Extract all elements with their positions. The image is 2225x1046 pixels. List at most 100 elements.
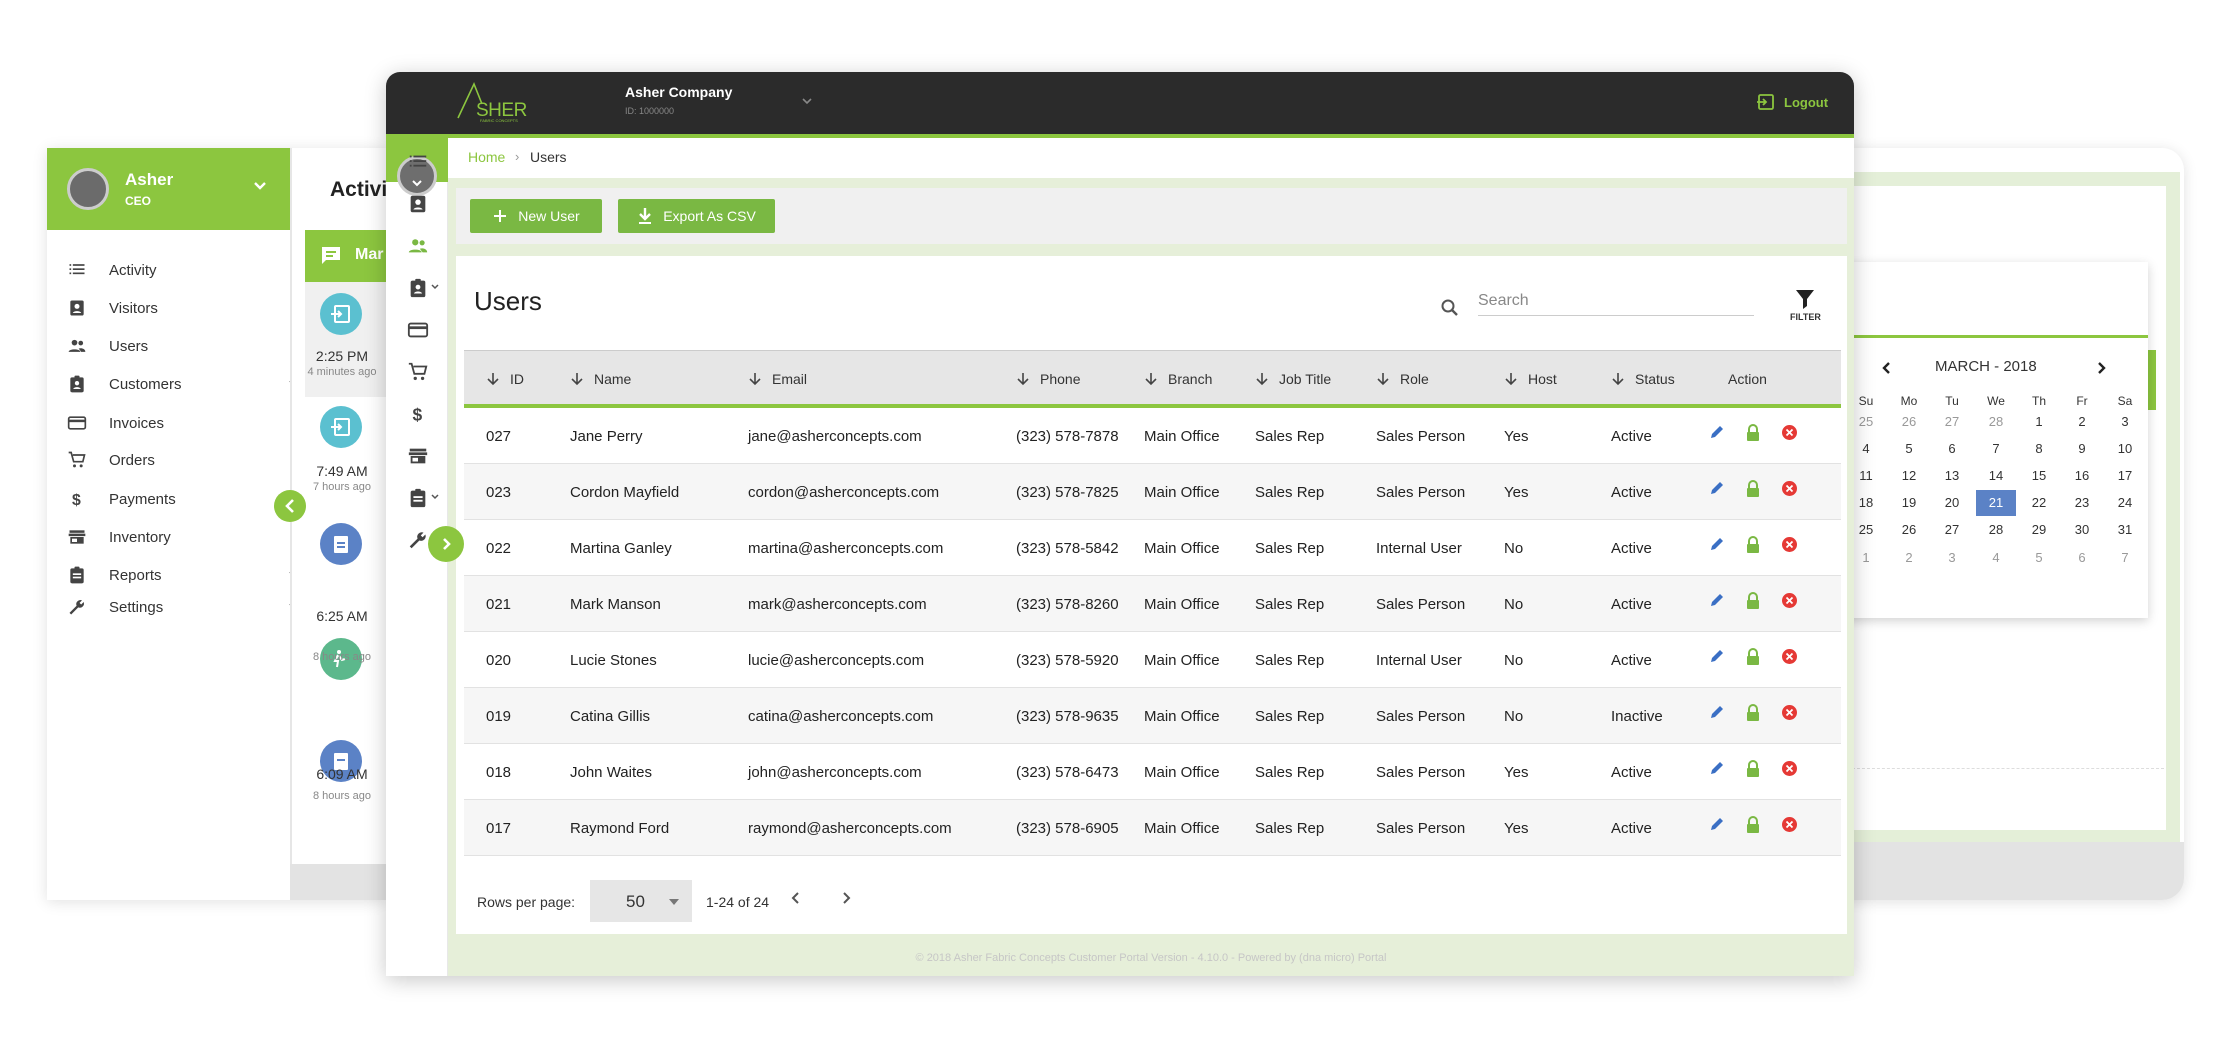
chevron-down-icon[interactable] [252, 178, 268, 194]
table-row[interactable]: 023 Cordon Mayfield cordon@asherconcepts.c… [464, 464, 1841, 520]
table-row[interactable]: 017 Raymond Ford raymond@asherconcepts.com… [464, 800, 1841, 856]
sidebar-item-reports[interactable]: Reports [65, 563, 301, 587]
activity-tab[interactable]: Mar [305, 230, 387, 282]
cell-email[interactable]: martina@asherconcepts.com [748, 540, 943, 557]
table-row[interactable]: 021 Mark Manson mark@asherconcepts.com (323… [464, 576, 1841, 632]
calendar-day[interactable]: 26 [1889, 517, 1929, 543]
lock-icon[interactable] [1745, 592, 1761, 610]
sidebar-dollar-icon[interactable]: $ [404, 400, 432, 428]
calendar-day[interactable]: 2 [2062, 409, 2102, 435]
column-header-email[interactable]: Email [748, 371, 807, 387]
cell-email[interactable]: john@asherconcepts.com [748, 764, 922, 781]
calendar-day[interactable]: 20 [1932, 490, 1972, 516]
sidebar-credit-card-icon[interactable] [404, 316, 432, 344]
expand-sidebar-button[interactable] [428, 526, 464, 562]
logout-button[interactable]: Logout [1756, 92, 1828, 112]
calendar-next-icon[interactable] [2094, 361, 2108, 375]
sidebar-item-visitors[interactable]: Visitors [65, 296, 301, 320]
calendar-prev-icon[interactable] [1880, 361, 1894, 375]
column-header-status[interactable]: Status [1611, 371, 1675, 387]
sidebar-item-settings[interactable]: Settings [65, 595, 301, 619]
calendar-day[interactable]: 7 [1976, 436, 2016, 462]
edit-icon[interactable] [1709, 816, 1725, 834]
delete-icon[interactable] [1781, 816, 1798, 834]
calendar-day[interactable]: 10 [2105, 436, 2145, 462]
delete-icon[interactable] [1781, 480, 1798, 498]
calendar-day[interactable]: 6 [1932, 436, 1972, 462]
sidebar-item-inventory[interactable]: Inventory [65, 525, 301, 549]
calendar-day[interactable]: 26 [1889, 409, 1929, 435]
table-row[interactable]: 027 Jane Perry jane@asherconcepts.com (323)… [464, 408, 1841, 464]
sort-arrow-icon[interactable] [748, 371, 762, 387]
edit-icon[interactable] [1709, 480, 1725, 498]
search-input[interactable] [1478, 286, 1754, 316]
column-header-name[interactable]: Name [570, 371, 631, 387]
cell-email[interactable]: raymond@asherconcepts.com [748, 820, 952, 837]
calendar-day[interactable]: 4 [1976, 545, 2016, 571]
sort-arrow-icon[interactable] [1016, 371, 1030, 387]
sort-arrow-icon[interactable] [1611, 371, 1625, 387]
sidebar-item-orders[interactable]: Orders [65, 448, 301, 472]
edit-icon[interactable] [1709, 760, 1725, 778]
column-header-action[interactable]: Action [1728, 371, 1767, 387]
calendar-day[interactable]: 6 [2062, 545, 2102, 571]
filter-button[interactable]: FILTER [1790, 288, 1821, 322]
cell-email[interactable]: catina@asherconcepts.com [748, 708, 933, 725]
table-row[interactable]: 018 John Waites john@asherconcepts.com (323… [464, 744, 1841, 800]
calendar-day[interactable]: 28 [1976, 517, 2016, 543]
delete-icon[interactable] [1781, 704, 1798, 722]
table-row[interactable]: 022 Martina Ganley martina@asherconcepts.c… [464, 520, 1841, 576]
sidebar-visitor-badge-icon[interactable] [404, 190, 432, 218]
calendar-day[interactable]: 3 [2105, 409, 2145, 435]
previous-page-button[interactable] [788, 890, 804, 906]
table-row[interactable]: 019 Catina Gillis catina@asherconcepts.com… [464, 688, 1841, 744]
cell-email[interactable]: jane@asherconcepts.com [748, 428, 922, 445]
edit-icon[interactable] [1709, 592, 1725, 610]
column-header-phone[interactable]: Phone [1016, 371, 1080, 387]
calendar-day[interactable]: 22 [2019, 490, 2059, 516]
sort-arrow-icon[interactable] [486, 371, 500, 387]
lock-icon[interactable] [1745, 536, 1761, 554]
calendar-day[interactable]: 16 [2062, 463, 2102, 489]
calendar-day[interactable]: 27 [1932, 517, 1972, 543]
sort-arrow-icon[interactable] [1504, 371, 1518, 387]
sidebar-people-icon[interactable] [404, 232, 432, 260]
edit-icon[interactable] [1709, 424, 1725, 442]
edit-icon[interactable] [1709, 704, 1725, 722]
calendar-day[interactable]: 5 [1889, 436, 1929, 462]
calendar-day[interactable]: 2 [1889, 545, 1929, 571]
calendar-day[interactable]: 1 [2019, 409, 2059, 435]
lock-icon[interactable] [1745, 816, 1761, 834]
calendar-day[interactable]: 23 [2062, 490, 2102, 516]
delete-icon[interactable] [1781, 536, 1798, 554]
edit-icon[interactable] [1709, 648, 1725, 666]
new-user-button[interactable]: New User [470, 199, 602, 233]
calendar-day[interactable]: 19 [1889, 490, 1929, 516]
collapse-button[interactable] [274, 490, 306, 522]
column-header-id[interactable]: ID [486, 371, 524, 387]
column-header-host[interactable]: Host [1504, 371, 1557, 387]
lock-icon[interactable] [1745, 704, 1761, 722]
calendar-day[interactable]: 24 [2105, 490, 2145, 516]
calendar-day[interactable]: 9 [2062, 436, 2102, 462]
sidebar-item-users[interactable]: Users [65, 334, 301, 358]
calendar-day[interactable]: 12 [1889, 463, 1929, 489]
export-csv-button[interactable]: Export As CSV [618, 199, 775, 233]
calendar-day[interactable]: 15 [2019, 463, 2059, 489]
lock-icon[interactable] [1745, 648, 1761, 666]
lock-icon[interactable] [1745, 480, 1761, 498]
cell-email[interactable]: mark@asherconcepts.com [748, 596, 927, 613]
delete-icon[interactable] [1781, 760, 1798, 778]
sort-arrow-icon[interactable] [570, 371, 584, 387]
calendar-day[interactable]: 13 [1932, 463, 1972, 489]
sort-arrow-icon[interactable] [1255, 371, 1269, 387]
calendar-day[interactable]: 3 [1932, 545, 1972, 571]
calendar-day[interactable]: 8 [2019, 436, 2059, 462]
calendar-day[interactable]: 17 [2105, 463, 2145, 489]
sort-arrow-icon[interactable] [1376, 371, 1390, 387]
sidebar-customer-clipboard-icon[interactable] [404, 274, 439, 302]
table-row[interactable]: 020 Lucie Stones lucie@asherconcepts.com (3… [464, 632, 1841, 688]
calendar-day[interactable]: 21 [1976, 490, 2016, 516]
sort-arrow-icon[interactable] [1144, 371, 1158, 387]
sidebar-store-icon[interactable] [404, 442, 432, 470]
